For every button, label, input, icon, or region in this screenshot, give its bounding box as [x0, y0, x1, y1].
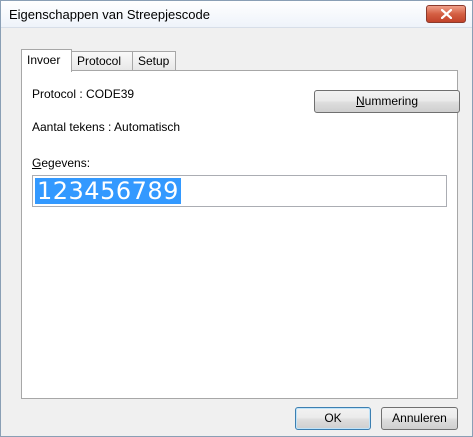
tab-protocol-label: Protocol — [77, 54, 122, 68]
gegevens-accesskey: G — [32, 156, 42, 170]
gegevens-value: 123456789 — [35, 177, 181, 205]
invoer-panel: Protocol : CODE39 Aantal tekens : Automa… — [21, 70, 460, 399]
aantal-tekens-text: Aantal tekens : Automatisch — [32, 120, 181, 134]
tab-invoer-label: Invoer — [27, 53, 61, 67]
gegevens-label-text: egevens: — [41, 156, 91, 170]
title-bar[interactable]: Eigenschappen van Streepjescode — [1, 1, 472, 28]
dialog-window: Eigenschappen van Streepjescode Invoer P… — [0, 0, 473, 437]
gegevens-label: Gegevens: — [32, 156, 90, 170]
nummering-label: ummering — [364, 94, 419, 108]
close-icon — [441, 9, 452, 19]
nummering-accesskey: N — [355, 94, 365, 108]
gegevens-input[interactable]: 123456789 — [32, 175, 447, 207]
tab-setup-label: Setup — [138, 54, 170, 68]
tab-invoer[interactable]: Invoer — [21, 49, 72, 72]
nummering-button[interactable]: Nummering — [314, 90, 460, 113]
close-button[interactable] — [426, 5, 466, 23]
annuleren-button[interactable]: Annuleren — [381, 407, 458, 430]
window-title: Eigenschappen van Streepjescode — [9, 7, 210, 22]
protocol-text: Protocol : CODE39 — [32, 87, 135, 101]
tab-setup[interactable]: Setup — [132, 51, 176, 71]
ok-button[interactable]: OK — [295, 407, 371, 430]
tab-protocol[interactable]: Protocol — [71, 51, 133, 71]
